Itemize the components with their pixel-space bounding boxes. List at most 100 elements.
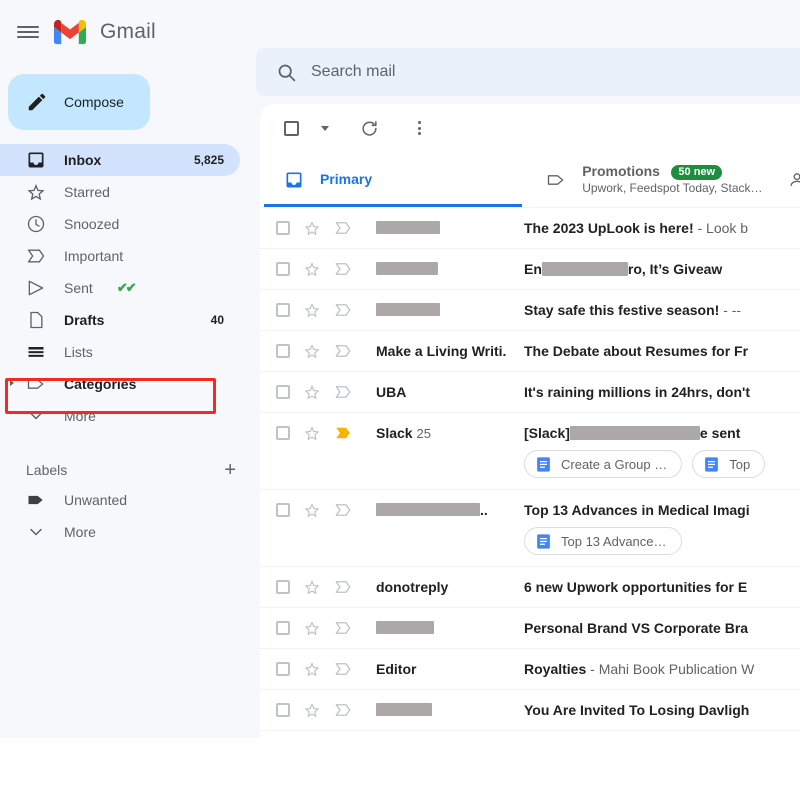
email-checkbox[interactable] [276,344,290,358]
sidebar-item-drafts[interactable]: Drafts 40 [0,304,240,336]
subject-text: e sent [699,425,741,441]
sidebar-item-sent[interactable]: Sent ✔✔ [0,272,240,304]
email-subject: Stay safe this festive season! - -- [524,301,800,319]
star-icon[interactable] [303,701,321,719]
star-icon[interactable] [303,383,321,401]
star-icon[interactable] [303,424,321,442]
email-checkbox[interactable] [276,662,290,676]
attachment-chip[interactable]: Top [692,450,766,478]
row-icons [276,208,352,248]
attachment-chip[interactable]: Create a Group … [524,450,683,478]
email-row[interactable]: En ro, It’s Giveaw [260,249,800,290]
email-checkbox[interactable] [276,621,290,635]
email-subject: The Debate about Resumes for Fr [524,342,800,360]
email-content: The 2023 UpLook is here! - Look b [524,208,800,237]
tab-primary-label: Primary [320,171,373,187]
email-checkbox[interactable] [276,426,290,440]
important-marker-icon[interactable] [334,342,352,360]
sidebar-item-starred[interactable]: Starred [0,176,240,208]
email-checkbox[interactable] [276,703,290,717]
email-content: Royalties - Mahi Book Publication W [524,649,800,678]
tab-promotions[interactable]: Promotions 50 new Upwork, Feedspot Today… [522,152,763,208]
email-row[interactable]: .. Top 13 Advances in Medical Imagi Top 13… [260,490,800,567]
email-row[interactable]: Make a Living Writi. The Debate about Res… [260,331,800,372]
subject-text: Stay safe this festive season! [524,302,720,318]
important-marker-icon[interactable] [334,260,352,278]
email-content: You Are Invited To Losing Davligh [524,690,800,719]
important-marker-icon[interactable] [334,301,352,319]
search-input[interactable]: Search mail [256,48,800,96]
hamburger-menu-icon[interactable] [16,20,40,44]
email-row[interactable]: Slack 25 [Slack] e sent Create a Group … Top [260,413,800,490]
important-marker-icon[interactable] [334,660,352,678]
expand-arrow-icon[interactable] [10,380,14,386]
important-marker-icon[interactable] [334,619,352,637]
email-row[interactable]: Editor Royalties - Mahi Book Publication … [260,649,800,690]
sidebar-item-inbox[interactable]: Inbox 5,825 [0,144,240,176]
star-icon[interactable] [303,260,321,278]
star-icon[interactable] [303,619,321,637]
important-marker-icon[interactable] [334,219,352,237]
email-sender [352,290,524,330]
attachment-chips: Create a Group … Top [524,450,800,478]
sidebar-item-label: Inbox [64,152,102,168]
email-row[interactable]: donotreply 6 new Upwork opportunities for… [260,567,800,608]
email-row[interactable]: The 2023 UpLook is here! - Look b [260,208,800,249]
important-marker-icon[interactable] [334,701,352,719]
sender-name: UBA [376,384,407,400]
more-options-button[interactable] [402,111,436,145]
sidebar-label-unwanted[interactable]: Unwanted [0,484,240,516]
sidebar-item-categories[interactable]: Categories [0,368,240,400]
sidebar-item-lists[interactable]: Lists [0,336,240,368]
tab-social[interactable] [762,152,800,208]
select-all-checkbox[interactable] [274,111,308,145]
email-checkbox[interactable] [276,580,290,594]
email-content: It's raining millions in 24hrs, don't [524,372,800,401]
row-icons [276,567,352,607]
important-marker-icon[interactable] [334,501,352,519]
star-icon[interactable] [303,342,321,360]
brand-row: Gmail [0,0,256,64]
star-icon[interactable] [303,501,321,519]
email-checkbox[interactable] [276,303,290,317]
sent-double-check-icon: ✔✔ [116,280,137,295]
labels-section-header: Labels + [26,456,236,484]
plus-icon[interactable]: + [224,460,236,480]
email-checkbox[interactable] [276,221,290,235]
row-icons [276,249,352,289]
email-row[interactable]: You Are Invited To Losing Davligh [260,690,800,731]
important-marker-icon[interactable] [334,383,352,401]
promotions-new-badge: 50 new [671,165,723,180]
sidebar-item-label: Lists [64,344,93,360]
email-row[interactable]: Personal Brand VS Corporate Bra [260,608,800,649]
sidebar-item-label: Drafts [64,312,105,328]
refresh-button[interactable] [352,111,386,145]
subject-text: Top 13 Advances in Medical Imagi [524,502,750,518]
subject-text: 6 new Upwork opportunities for E [524,579,748,595]
compose-button[interactable]: Compose [8,74,150,130]
sidebar-item-important[interactable]: Important [0,240,240,272]
sidebar-item-more[interactable]: More [0,400,240,432]
attachment-chip[interactable]: Top 13 Advance… [524,527,682,555]
email-row[interactable]: Stay safe this festive season! - -- [260,290,800,331]
snippet-text: - Look b [693,220,749,236]
row-icons [276,372,352,412]
sidebar-item-snoozed[interactable]: Snoozed [0,208,240,240]
email-list-card: Primary Promotions 50 new Upwork, Feedsp… [260,104,800,738]
star-icon[interactable] [303,660,321,678]
email-sender [352,249,524,289]
sidebar-label-more[interactable]: More [0,516,240,548]
email-checkbox[interactable] [276,262,290,276]
email-row[interactable]: UBA It's raining millions in 24hrs, don't [260,372,800,413]
email-checkbox[interactable] [276,503,290,517]
star-icon[interactable] [303,578,321,596]
select-all-dropdown[interactable] [316,111,332,145]
star-icon[interactable] [303,301,321,319]
star-icon[interactable] [303,219,321,237]
email-content: Top 13 Advances in Medical Imagi Top 13 A… [524,490,800,566]
important-marker-icon[interactable] [334,578,352,596]
attachment-name: Top [729,456,751,472]
important-marker-icon[interactable] [334,424,352,442]
tab-primary[interactable]: Primary [260,152,523,208]
email-checkbox[interactable] [276,385,290,399]
